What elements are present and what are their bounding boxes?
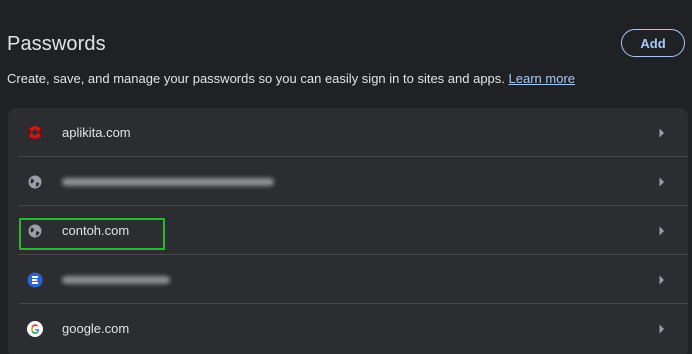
globe-icon xyxy=(27,174,43,190)
chevron-right-icon xyxy=(658,323,666,335)
list-item-google[interactable]: google.com xyxy=(8,304,688,353)
list-item-aplikita[interactable]: aplikita.com xyxy=(8,108,688,157)
app-favicon-icon xyxy=(27,272,43,288)
site-name: aplikita.com xyxy=(62,125,131,140)
redacted-site-name xyxy=(62,178,274,186)
chevron-right-icon xyxy=(658,225,666,237)
list-item-contoh[interactable]: contoh.com xyxy=(8,206,688,255)
site-name: google.com xyxy=(62,321,130,336)
add-password-button[interactable]: Add xyxy=(621,29,685,57)
description-text: Create, save, and manage your passwords … xyxy=(7,71,505,86)
chevron-right-icon xyxy=(658,274,666,286)
page-description: Create, save, and manage your passwords … xyxy=(7,71,575,86)
aplikita-favicon-icon xyxy=(27,125,43,141)
password-list: aplikita.com contoh.com google.com xyxy=(8,108,688,354)
chevron-right-icon xyxy=(658,127,666,139)
google-icon xyxy=(27,320,43,337)
page-title: Passwords xyxy=(7,33,106,55)
passwords-page: Passwords Add Create, save, and manage y… xyxy=(0,0,692,354)
list-item-hidden-1[interactable] xyxy=(8,157,688,206)
globe-icon xyxy=(27,223,43,239)
chevron-right-icon xyxy=(658,176,666,188)
site-name: contoh.com xyxy=(62,223,130,238)
redacted-site-name xyxy=(62,276,170,284)
learn-more-link[interactable]: Learn more xyxy=(509,71,575,86)
list-item-hidden-2[interactable] xyxy=(8,255,688,304)
